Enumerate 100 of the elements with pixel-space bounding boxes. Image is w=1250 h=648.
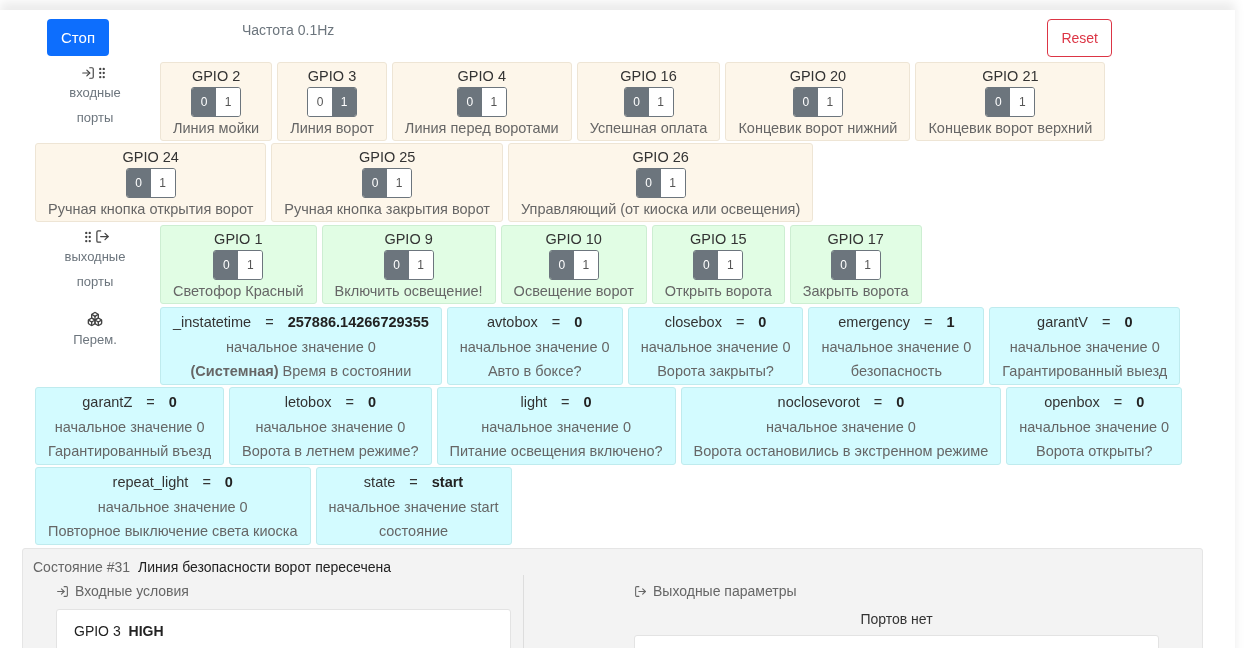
- variable-name: emergency: [838, 313, 910, 332]
- equals-sign: =: [1113, 393, 1123, 412]
- toggle-option[interactable]: 1: [817, 88, 842, 116]
- port-name: GPIO 15: [690, 230, 747, 249]
- port-description: Успешная оплата: [589, 119, 708, 138]
- port-name: GPIO 25: [358, 148, 416, 167]
- initial-value: начальное значение 0: [821, 338, 972, 357]
- toggle-option[interactable]: 0: [793, 88, 818, 116]
- condition-port: GPIO 3: [74, 623, 121, 639]
- port-name: GPIO 1: [214, 230, 263, 249]
- frequency-label: Частота 0.1Hz: [242, 22, 335, 38]
- initial-value: начальное значение 0: [97, 498, 248, 517]
- variable-value: 1: [946, 313, 955, 332]
- toggle-option[interactable]: 1: [150, 169, 175, 197]
- port-description: Линия перед воротами: [404, 119, 559, 138]
- port-description: Линия ворот: [290, 119, 374, 138]
- toggle-option[interactable]: 0: [636, 169, 661, 197]
- toggle-option[interactable]: 0: [831, 251, 856, 279]
- toggle-option[interactable]: 0: [624, 88, 649, 116]
- toggle-option[interactable]: 0: [986, 88, 1011, 116]
- toggle-option[interactable]: 0: [384, 251, 409, 279]
- variable-value: 0: [168, 393, 177, 412]
- toggle-option[interactable]: 1: [718, 251, 743, 279]
- toggle-option[interactable]: 1: [855, 251, 880, 279]
- port-description: Концевик ворот нижний: [738, 119, 898, 138]
- equals-sign: =: [551, 313, 561, 332]
- initial-value: начальное значение 0: [1019, 418, 1170, 437]
- equals-sign: =: [873, 393, 883, 412]
- variable-description: Ворота в летнем режиме?: [242, 442, 419, 461]
- port-name: GPIO 20: [789, 67, 847, 86]
- inputs-heading: Входные условия: [75, 583, 189, 599]
- variable-name: _instatetime: [173, 313, 252, 332]
- port-description: Линия мойки: [173, 119, 260, 138]
- variable-value: 0: [224, 473, 233, 492]
- toggle-option[interactable]: 1: [648, 88, 673, 116]
- equals-sign: =: [146, 393, 155, 412]
- equals-sign: =: [409, 473, 418, 492]
- toggle-option[interactable]: 0: [308, 88, 332, 116]
- toggle-option[interactable]: 1: [216, 88, 241, 116]
- outputs-heading: Выходные параметры: [653, 583, 797, 599]
- port-description: Освещение ворот: [513, 282, 634, 301]
- equals-sign: =: [345, 393, 354, 412]
- initial-value: начальное значение 0: [225, 338, 376, 357]
- toggle-option[interactable]: 0: [694, 251, 719, 279]
- port-name: GPIO 2: [191, 67, 241, 86]
- output-icon: [94, 229, 110, 244]
- variable-name: noclosevorot: [777, 393, 860, 412]
- variable-name: repeat_light: [112, 473, 189, 492]
- reset-button[interactable]: Reset: [1047, 19, 1112, 57]
- port-name: GPIO 9: [384, 230, 433, 249]
- port-name: GPIO 10: [545, 230, 602, 249]
- toggle-option[interactable]: 0: [192, 88, 217, 116]
- equals-sign: =: [1101, 313, 1111, 332]
- section-label: входные порты: [68, 84, 122, 127]
- variable-description: безопасность: [850, 362, 942, 381]
- toggle-option[interactable]: 1: [332, 88, 356, 116]
- variable-name: light: [520, 393, 548, 412]
- toggle-option[interactable]: 0: [457, 88, 482, 116]
- output-icon: [634, 584, 647, 598]
- input-icon: [81, 66, 95, 80]
- toggle-option[interactable]: 1: [1010, 88, 1035, 116]
- port-name: GPIO 3: [307, 67, 357, 86]
- variable-description: Ворота остановились в экстренном режиме: [693, 442, 989, 461]
- boxes-icon: [87, 311, 103, 327]
- port-description: Включить освещение!: [334, 282, 483, 301]
- initial-value: начальное значение 0: [640, 338, 791, 357]
- variable-description: Гарантированный въезд: [48, 442, 212, 461]
- variable-name: openbox: [1044, 393, 1100, 412]
- equals-sign: =: [202, 473, 211, 492]
- stop-button[interactable]: Стоп: [47, 19, 109, 56]
- toggle-option[interactable]: 1: [238, 251, 263, 279]
- initial-value: начальное значение 0: [54, 418, 205, 437]
- toggle-option[interactable]: 1: [573, 251, 598, 279]
- toggle-option[interactable]: 0: [363, 169, 388, 197]
- toggle-option[interactable]: 1: [387, 169, 412, 197]
- port-description: Светофор Красный: [173, 282, 304, 301]
- toggle-option[interactable]: 1: [660, 169, 685, 197]
- toggle-option[interactable]: 0: [214, 251, 239, 279]
- variable-description: Ворота открыты?: [1036, 442, 1153, 461]
- toggle-option[interactable]: 1: [481, 88, 506, 116]
- variable-name: garantZ: [82, 393, 133, 412]
- initial-value: начальное значение 0: [766, 418, 916, 437]
- toggle-option[interactable]: 0: [126, 169, 151, 197]
- variable-description: Гарантированный выезд: [1002, 362, 1168, 381]
- variable-name: avtobox: [487, 313, 538, 332]
- initial-value: начальное значение 0: [459, 338, 610, 357]
- port-description: Ручная кнопка открытия ворот: [48, 200, 254, 219]
- port-name: GPIO 4: [457, 67, 506, 86]
- variable-name: closebox: [664, 313, 722, 332]
- condition-level: HIGH: [128, 623, 164, 639]
- variable-name: state: [363, 473, 396, 492]
- state-number: Состояние #31: [33, 559, 131, 575]
- port-description: Закрыть ворота: [802, 282, 909, 301]
- variable-description: Питание освещения включено?: [449, 442, 663, 461]
- port-description: Концевик ворот верхний: [928, 119, 1093, 138]
- toggle-option[interactable]: 0: [549, 251, 574, 279]
- initial-value: начальное значение 0: [255, 418, 406, 437]
- empty-text: Портов нет: [859, 611, 934, 627]
- port-description: Ручная кнопка закрытия ворот: [284, 200, 490, 219]
- toggle-option[interactable]: 1: [408, 251, 433, 279]
